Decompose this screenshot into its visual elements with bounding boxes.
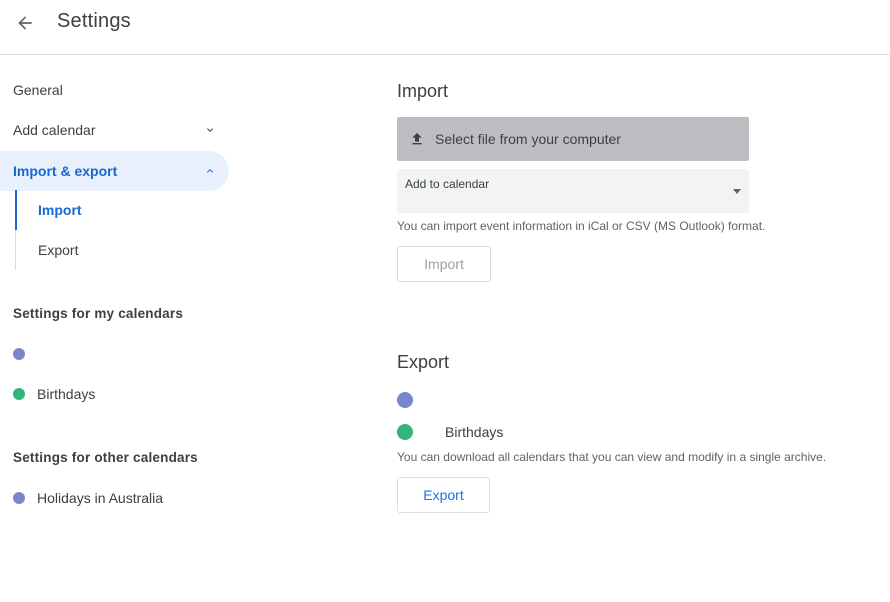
page-title: Settings bbox=[57, 10, 131, 32]
chevron-up-icon bbox=[202, 163, 218, 179]
calendar-color-dot bbox=[13, 492, 25, 504]
sidebar-item-label: Add calendar bbox=[13, 122, 96, 138]
export-calendar-item-birthdays[interactable]: Birthdays bbox=[397, 422, 503, 442]
calendar-label: Holidays in Australia bbox=[37, 490, 164, 506]
calendar-color-dot bbox=[13, 348, 25, 360]
export-hint: You can download all calendars that you … bbox=[397, 450, 827, 464]
my-calendar-item-birthdays[interactable]: Birthdays bbox=[13, 384, 95, 404]
sidebar-subitem-label: Import bbox=[38, 202, 82, 218]
sidebar-item-label: General bbox=[13, 82, 63, 98]
other-calendars-title: Settings for other calendars bbox=[13, 450, 198, 465]
sidebar-subitem-label: Export bbox=[38, 242, 79, 258]
import-hint: You can import event information in iCal… bbox=[397, 219, 766, 233]
sidebar-item-add-calendar[interactable]: Add calendar bbox=[0, 110, 229, 150]
arrow-back-icon bbox=[18, 16, 32, 30]
export-button[interactable]: Export bbox=[397, 477, 490, 513]
back-button[interactable] bbox=[9, 7, 41, 39]
add-to-calendar-label: Add to calendar bbox=[405, 177, 490, 191]
calendar-color-dot bbox=[13, 388, 25, 400]
sidebar-item-import-export[interactable]: Import & export bbox=[0, 151, 229, 191]
sidebar-item-general[interactable]: General bbox=[0, 70, 229, 110]
import-section-title: Import bbox=[397, 81, 449, 101]
export-section-title: Export bbox=[397, 352, 450, 372]
import-button[interactable]: Import bbox=[397, 246, 491, 282]
sidebar-item-label: Import & export bbox=[13, 163, 118, 179]
my-calendar-item[interactable] bbox=[13, 344, 37, 364]
calendar-label: Birthdays bbox=[37, 386, 96, 402]
export-calendar-item[interactable] bbox=[397, 390, 445, 410]
select-file-button[interactable]: Select file from your computer bbox=[397, 117, 749, 161]
chevron-down-icon bbox=[202, 122, 218, 138]
upload-icon bbox=[412, 133, 422, 145]
calendar-color-dot bbox=[397, 424, 413, 440]
sidebar-subitem-import[interactable]: Import bbox=[15, 190, 215, 230]
my-calendars-title: Settings for my calendars bbox=[13, 306, 184, 321]
sidebar: General Add calendar Import & export Imp… bbox=[0, 55, 240, 602]
app-header: Settings bbox=[0, 0, 890, 55]
select-file-label: Select file from your computer bbox=[435, 131, 621, 147]
add-to-calendar-select[interactable]: Add to calendar bbox=[397, 169, 749, 213]
calendar-color-dot bbox=[397, 392, 413, 408]
calendar-label: Birthdays bbox=[445, 424, 504, 440]
other-calendar-item-holidays[interactable]: Holidays in Australia bbox=[13, 488, 163, 508]
dropdown-arrow-icon bbox=[733, 189, 741, 194]
sidebar-subitem-export[interactable]: Export bbox=[15, 230, 215, 270]
